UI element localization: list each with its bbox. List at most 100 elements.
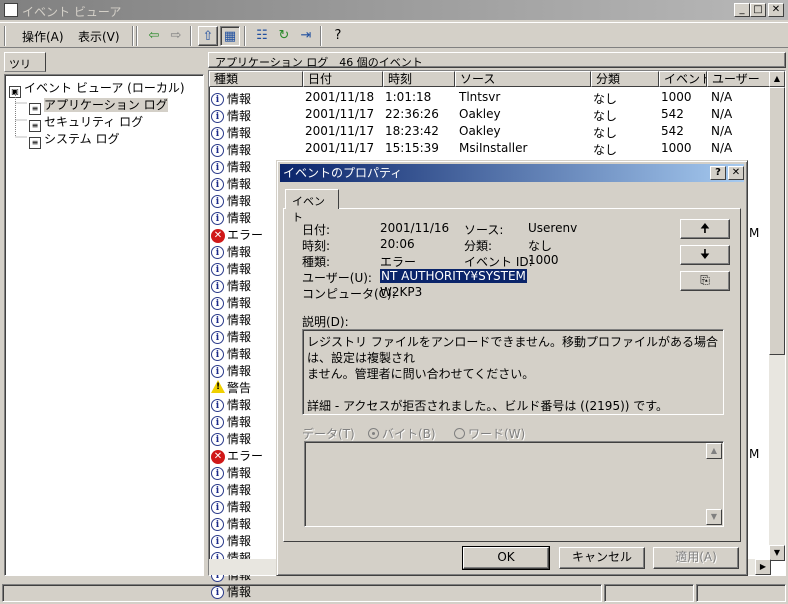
info-icon: i [211, 161, 224, 174]
dialog-titlebar[interactable]: イベントのプロパティ ? ✕ [280, 164, 744, 182]
info-icon: i [211, 297, 224, 310]
date-value: 2001/11/16 [380, 221, 450, 235]
radio-icon [454, 428, 465, 439]
tree-pane[interactable]: ▣ イベント ビューア (ローカル) ≡ アプリケーション ログ ≡ セキュリティ ロ… [4, 74, 204, 576]
scroll-up-icon[interactable]: ▲ [769, 71, 785, 87]
info-icon: i [211, 331, 224, 344]
column-header-source[interactable]: ソース [455, 71, 591, 87]
menu-action[interactable]: 操作(A) [22, 28, 64, 45]
table-row[interactable]: i 情報 2001/11/17 22:36:26 Oakley なし 542 N/A [209, 106, 771, 123]
tab-tree[interactable]: ツリー [4, 52, 46, 87]
info-icon: i [211, 484, 224, 497]
type-label: 種類: [302, 255, 331, 269]
show-tree-icon[interactable]: ▦ [220, 26, 240, 46]
row-type-icon-cell: i [211, 481, 224, 497]
data-textbox: ▲ ▼ [304, 441, 724, 527]
event-properties-dialog[interactable]: イベントのプロパティ ? ✕ イベント 日付: 2001/11/16 ソース: … [276, 160, 748, 576]
row-type-icon-cell: i [211, 243, 224, 259]
tree-item-label: アプリケーション ログ [44, 98, 168, 112]
list-vertical-scrollbar[interactable]: ▲ ▼ [769, 71, 785, 561]
row-type-icon-cell: i [211, 532, 224, 548]
description-textbox[interactable]: レジストリ ファイルをアンロードできません。移動プロファイルがある場合は、設定は… [302, 329, 724, 415]
cancel-button[interactable]: キャンセル [559, 547, 645, 569]
data-label: データ(T) [302, 427, 355, 441]
info-icon: i [211, 518, 224, 531]
row-type-icon-cell: ✕ [211, 447, 225, 464]
scroll-right-icon[interactable]: ▶ [755, 559, 771, 575]
column-header-time[interactable]: 時刻 [383, 71, 455, 87]
row-type-icon-cell: i [211, 413, 224, 429]
menu-view[interactable]: 表示(V) [78, 28, 120, 45]
row-type-icon-cell: i [211, 277, 224, 293]
row-type-label: 情報 [227, 415, 252, 429]
table-row[interactable]: i 情報 2001/11/17 18:23:42 Oakley なし 542 N/A [209, 123, 771, 140]
row-type-icon-cell: i [211, 311, 224, 327]
row-event: 1000 [661, 141, 692, 155]
column-header-event[interactable]: イベント [659, 71, 707, 87]
table-row[interactable]: i 情報 2001/11/17 15:15:39 MsiInstaller なし 1000 N… [209, 140, 771, 157]
user-value[interactable]: NT AUTHORITY¥SYSTEM [380, 269, 527, 283]
scroll-thumb[interactable] [769, 87, 785, 355]
tree-pane-header: ツリー [4, 52, 204, 87]
scroll-down-icon[interactable]: ▼ [769, 545, 785, 561]
type-value: エラー [380, 255, 417, 269]
back-icon[interactable]: ⇦ [144, 26, 164, 46]
event-id-value: 1000 [528, 253, 559, 267]
row-type-label: 情報 [227, 364, 252, 378]
forward-icon[interactable]: ⇨ [166, 26, 186, 46]
column-header-type[interactable]: 種類 [209, 71, 303, 87]
words-radio-label: ワード(W) [468, 427, 526, 441]
tree-item-label: セキュリティ ログ [44, 115, 144, 129]
row-type-icon-cell: i [211, 260, 224, 276]
error-icon: ✕ [211, 229, 225, 243]
tab-event[interactable]: イベント [285, 189, 339, 224]
minimize-button[interactable]: _ [734, 3, 750, 17]
row-user: N/A [711, 141, 733, 155]
table-row[interactable]: i 情報 2001/11/18 1:01:18 Tlntsvr なし 1000 N/A [209, 89, 771, 106]
close-button[interactable]: ✕ [768, 3, 784, 17]
column-header-user[interactable]: ユーザー [707, 71, 771, 87]
up-folder-icon[interactable]: ⇧ [198, 26, 218, 46]
column-header-date[interactable]: 日付 [303, 71, 383, 87]
row-source: Tlntsvr [459, 90, 501, 104]
description-line: ません。管理者に問い合わせてください。 [307, 367, 535, 381]
toolbar-separator [132, 26, 134, 46]
copy-button[interactable]: ⎘ [680, 271, 730, 291]
computer-value[interactable]: W2KP3 [380, 285, 422, 299]
row-event: 542 [661, 107, 684, 121]
description-line: 詳細 - アクセスが拒否されました。、ビルド番号は ((2195)) です。 [307, 399, 669, 413]
properties-icon[interactable]: ☷ [252, 26, 272, 46]
info-icon: i [211, 280, 224, 293]
dialog-help-button[interactable]: ? [710, 166, 726, 180]
previous-event-button[interactable]: 🠉 [680, 219, 730, 239]
scroll-down-icon: ▼ [706, 509, 722, 525]
row-type-icon-cell: i [211, 362, 224, 378]
row-type-label: エラー [227, 228, 264, 242]
column-header-category[interactable]: 分類 [591, 71, 659, 87]
window-titlebar[interactable]: イベント ビューア _ □ ✕ [0, 0, 788, 20]
tree-item-system-log[interactable]: ≡ システム ログ [29, 130, 119, 149]
info-icon: i [211, 178, 224, 191]
category-label: 分類: [464, 239, 493, 253]
refresh-icon[interactable]: ↻ [274, 26, 294, 46]
row-type-icon-cell: i [211, 175, 224, 191]
help-icon[interactable]: ? [328, 26, 348, 46]
tree-root-label: イベント ビューア (ローカル) [24, 81, 185, 95]
maximize-button[interactable]: □ [750, 3, 766, 17]
row-type-icon-cell: ✕ [211, 226, 225, 243]
source-label: ソース: [464, 223, 504, 237]
row-type-label: 情報 [227, 517, 252, 531]
row-category: なし [593, 143, 618, 157]
row-user: N/A [711, 107, 733, 121]
row-source: Oakley [459, 107, 501, 121]
ok-button[interactable]: OK [462, 546, 550, 570]
row-time: 18:23:42 [385, 124, 439, 138]
export-list-icon[interactable]: ⇥ [296, 26, 316, 46]
toolbar-separator [136, 26, 138, 46]
next-event-button[interactable]: 🠋 [680, 245, 730, 265]
row-category: なし [593, 126, 618, 140]
dialog-close-button[interactable]: ✕ [728, 166, 744, 180]
row-type-icon-cell: i [211, 498, 224, 514]
row-type-label: 情報 [227, 398, 252, 412]
info-icon: i [211, 246, 224, 259]
